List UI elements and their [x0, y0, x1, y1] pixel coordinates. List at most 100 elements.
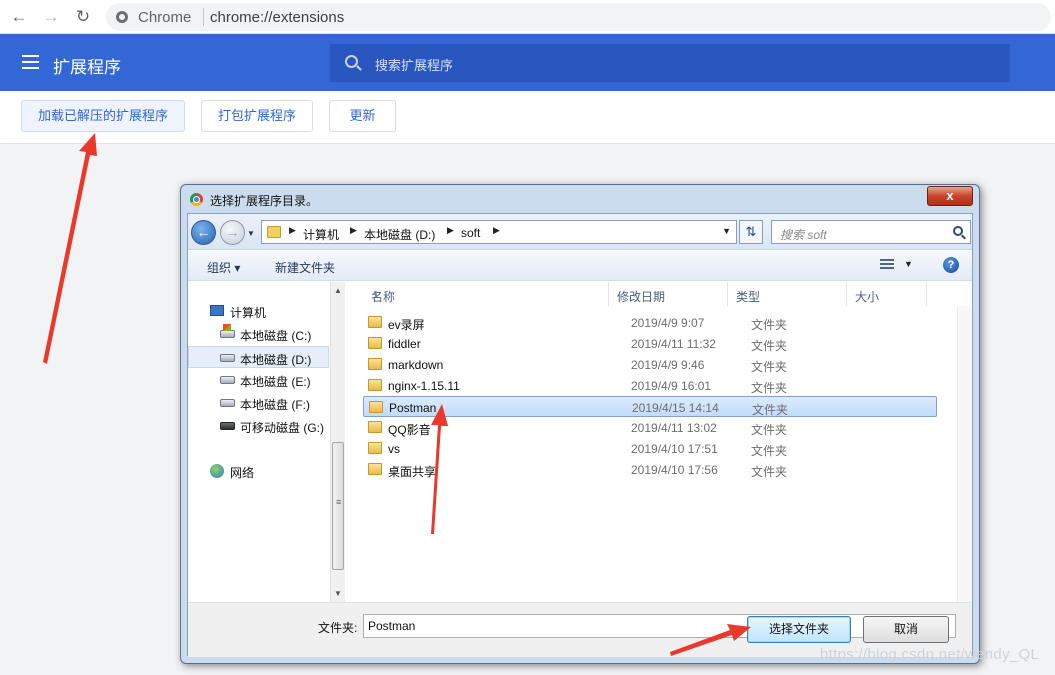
folder-search-placeholder: 搜索 soft — [780, 228, 827, 242]
file-row[interactable]: QQ影音 2019/4/11 13:02 文件夹 — [363, 417, 937, 438]
close-button[interactable]: x — [927, 186, 973, 206]
menu-icon[interactable] — [22, 55, 39, 69]
column-header-name[interactable]: 名称 ▲ — [363, 282, 609, 306]
file-type: 文件夹 — [751, 381, 788, 395]
reload-icon[interactable]: ↻ — [74, 8, 92, 26]
select-folder-dialog: 选择扩展程序目录。 x ← → ▼ ▶ 计算机 ▶ 本地磁盘 (D:) ▶ so… — [180, 184, 980, 664]
chrome-logo-icon — [190, 193, 203, 206]
extensions-search-input[interactable]: 搜索扩展程序 — [330, 44, 1010, 82]
tree-item-computer[interactable]: 计算机 — [188, 300, 329, 322]
omnibox-divider — [203, 8, 204, 26]
page-title: 扩展程序 — [53, 58, 121, 77]
computer-icon — [210, 305, 224, 316]
column-header-label: 修改日期 — [617, 290, 666, 304]
dialog-title: 选择扩展程序目录。 — [210, 194, 319, 208]
dialog-navigation-bar: ← → ▼ ▶ 计算机 ▶ 本地磁盘 (D:) ▶ soft ▶ ▼ ⇅ 搜索 … — [188, 214, 972, 250]
breadcrumb-item[interactable]: 本地磁盘 (D:) — [364, 226, 435, 243]
back-arrow-icon[interactable]: ← — [10, 8, 28, 26]
navigation-scrollbar[interactable]: ▲ ≡ ▼ — [330, 282, 345, 602]
breadcrumb-item[interactable]: soft — [461, 226, 480, 240]
tree-item-drive-e[interactable]: 本地磁盘 (E:) — [188, 369, 329, 391]
tree-item-label: 计算机 — [230, 306, 267, 320]
file-row[interactable]: ev录屏 2019/4/9 9:07 文件夹 — [363, 312, 937, 333]
column-header-type[interactable]: 类型 — [728, 282, 847, 306]
omnibox-url[interactable]: chrome://extensions — [210, 9, 344, 26]
file-modified: 2019/4/10 17:56 — [631, 463, 718, 477]
back-arrow-icon[interactable]: ← — [191, 220, 216, 245]
file-modified: 2019/4/10 17:51 — [631, 442, 718, 456]
folder-icon — [368, 316, 382, 328]
address-path[interactable]: ▶ 计算机 ▶ 本地磁盘 (D:) ▶ soft ▶ ▼ — [261, 220, 737, 244]
browser-toolbar: ← → ↻ Chrome chrome://extensions — [0, 0, 1055, 34]
folder-search-input[interactable]: 搜索 soft — [771, 220, 971, 244]
forward-arrow-icon[interactable]: → — [42, 8, 60, 26]
file-row[interactable]: fiddler 2019/4/11 11:32 文件夹 — [363, 333, 937, 354]
chevron-right-icon[interactable]: ▶ — [493, 225, 500, 236]
new-folder-button[interactable]: 新建文件夹 — [275, 259, 335, 276]
chevron-down-icon[interactable]: ▼ — [904, 259, 913, 269]
pack-extension-button[interactable]: 打包扩展程序 — [201, 100, 313, 132]
tree-item-label: 可移动磁盘 (G:) — [240, 421, 324, 435]
tree-item-network[interactable]: 网络 — [188, 460, 329, 482]
file-row[interactable]: 桌面共享 2019/4/10 17:56 文件夹 — [363, 459, 937, 480]
file-modified: 2019/4/15 14:14 — [632, 401, 719, 415]
update-button[interactable]: 更新 — [329, 100, 396, 132]
folder-icon — [368, 442, 382, 454]
history-dropdown-icon[interactable]: ▼ — [247, 229, 255, 238]
load-unpacked-button[interactable]: 加载已解压的扩展程序 — [21, 100, 185, 132]
file-row[interactable]: nginx-1.15.11 2019/4/9 16:01 文件夹 — [363, 375, 937, 396]
file-row[interactable]: markdown 2019/4/9 9:46 文件夹 — [363, 354, 937, 375]
omnibox-site-label: Chrome — [138, 9, 192, 26]
file-modified: 2019/4/9 9:07 — [631, 316, 705, 330]
search-icon — [345, 55, 358, 68]
column-header-modified[interactable]: 修改日期 — [609, 282, 728, 306]
extensions-toolbar: 加载已解压的扩展程序 打包扩展程序 更新 — [0, 91, 1055, 144]
file-modified: 2019/4/11 11:32 — [631, 337, 716, 351]
cancel-button[interactable]: 取消 — [863, 616, 949, 643]
organize-menu[interactable]: 组织 ▾ — [207, 259, 240, 276]
tree-item-drive-c[interactable]: 本地磁盘 (C:) — [188, 323, 329, 345]
file-name: markdown — [388, 358, 444, 372]
chevron-right-icon[interactable]: ▶ — [289, 225, 296, 236]
file-modified: 2019/4/9 9:46 — [631, 358, 705, 372]
folder-icon — [369, 401, 383, 413]
scrollbar-thumb[interactable]: ≡ — [332, 442, 344, 570]
file-list-scrollbar[interactable] — [957, 306, 972, 602]
refresh-icon[interactable]: ⇅ — [739, 220, 763, 244]
folder-icon — [368, 358, 382, 370]
help-icon[interactable]: ? — [943, 257, 959, 273]
tree-item-drive-g[interactable]: 可移动磁盘 (G:) — [188, 415, 329, 437]
removable-drive-icon — [220, 422, 235, 430]
chrome-page-icon — [116, 11, 128, 23]
scroll-up-icon[interactable]: ▲ — [334, 286, 342, 295]
file-type: 文件夹 — [751, 318, 788, 332]
column-header-label: 类型 — [736, 290, 761, 304]
folder-field-label: 文件夹: — [318, 621, 358, 635]
forward-arrow-icon[interactable]: → — [220, 220, 245, 245]
tree-item-label: 本地磁盘 (C:) — [240, 329, 312, 343]
omnibox[interactable]: Chrome chrome://extensions — [106, 3, 1051, 31]
column-header-size[interactable]: 大小 — [847, 282, 927, 306]
chevron-right-icon[interactable]: ▶ — [350, 225, 357, 236]
file-name: QQ影音 — [388, 423, 431, 437]
folder-icon — [267, 226, 281, 238]
file-type: 文件夹 — [751, 444, 788, 458]
tree-item-label: 本地磁盘 (D:) — [240, 353, 312, 367]
tree-item-drive-f[interactable]: 本地磁盘 (F:) — [188, 392, 329, 414]
select-folder-button[interactable]: 选择文件夹 — [747, 616, 851, 643]
arrow-to-load-button — [43, 133, 97, 364]
chevron-right-icon[interactable]: ▶ — [447, 225, 454, 236]
chevron-down-icon[interactable]: ▼ — [722, 226, 731, 236]
file-name: 桌面共享 — [388, 465, 437, 479]
file-name: Postman — [389, 401, 437, 415]
network-icon — [210, 464, 224, 478]
file-row-selected[interactable]: Postman 2019/4/15 14:14 文件夹 — [363, 396, 937, 417]
scroll-down-icon[interactable]: ▼ — [334, 589, 342, 598]
drive-icon — [220, 399, 235, 407]
file-row[interactable]: vs 2019/4/10 17:51 文件夹 — [363, 438, 937, 459]
dialog-titlebar[interactable]: 选择扩展程序目录。 x — [181, 185, 979, 213]
tree-item-drive-d[interactable]: 本地磁盘 (D:) — [188, 346, 329, 368]
file-name: nginx-1.15.11 — [388, 379, 460, 393]
breadcrumb-item[interactable]: 计算机 — [303, 226, 339, 243]
view-options-icon[interactable] — [880, 259, 894, 271]
